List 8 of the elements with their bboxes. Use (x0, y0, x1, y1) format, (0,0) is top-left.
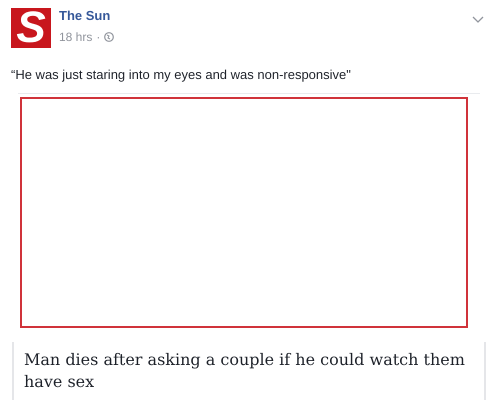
page-logo[interactable]: S (11, 8, 51, 48)
link-card[interactable]: Man dies after asking a couple if he could watch them have sex (12, 342, 486, 400)
image-frame[interactable] (20, 96, 468, 328)
link-headline[interactable]: Man dies after asking a couple if he could watch them have sex (24, 348, 474, 392)
chevron-down-icon[interactable] (472, 16, 484, 24)
separator-dot: · (96, 29, 100, 46)
page-name[interactable]: The Sun (59, 8, 110, 23)
post-caption: “He was just staring into my eyes and was non-responsive" (11, 66, 352, 84)
